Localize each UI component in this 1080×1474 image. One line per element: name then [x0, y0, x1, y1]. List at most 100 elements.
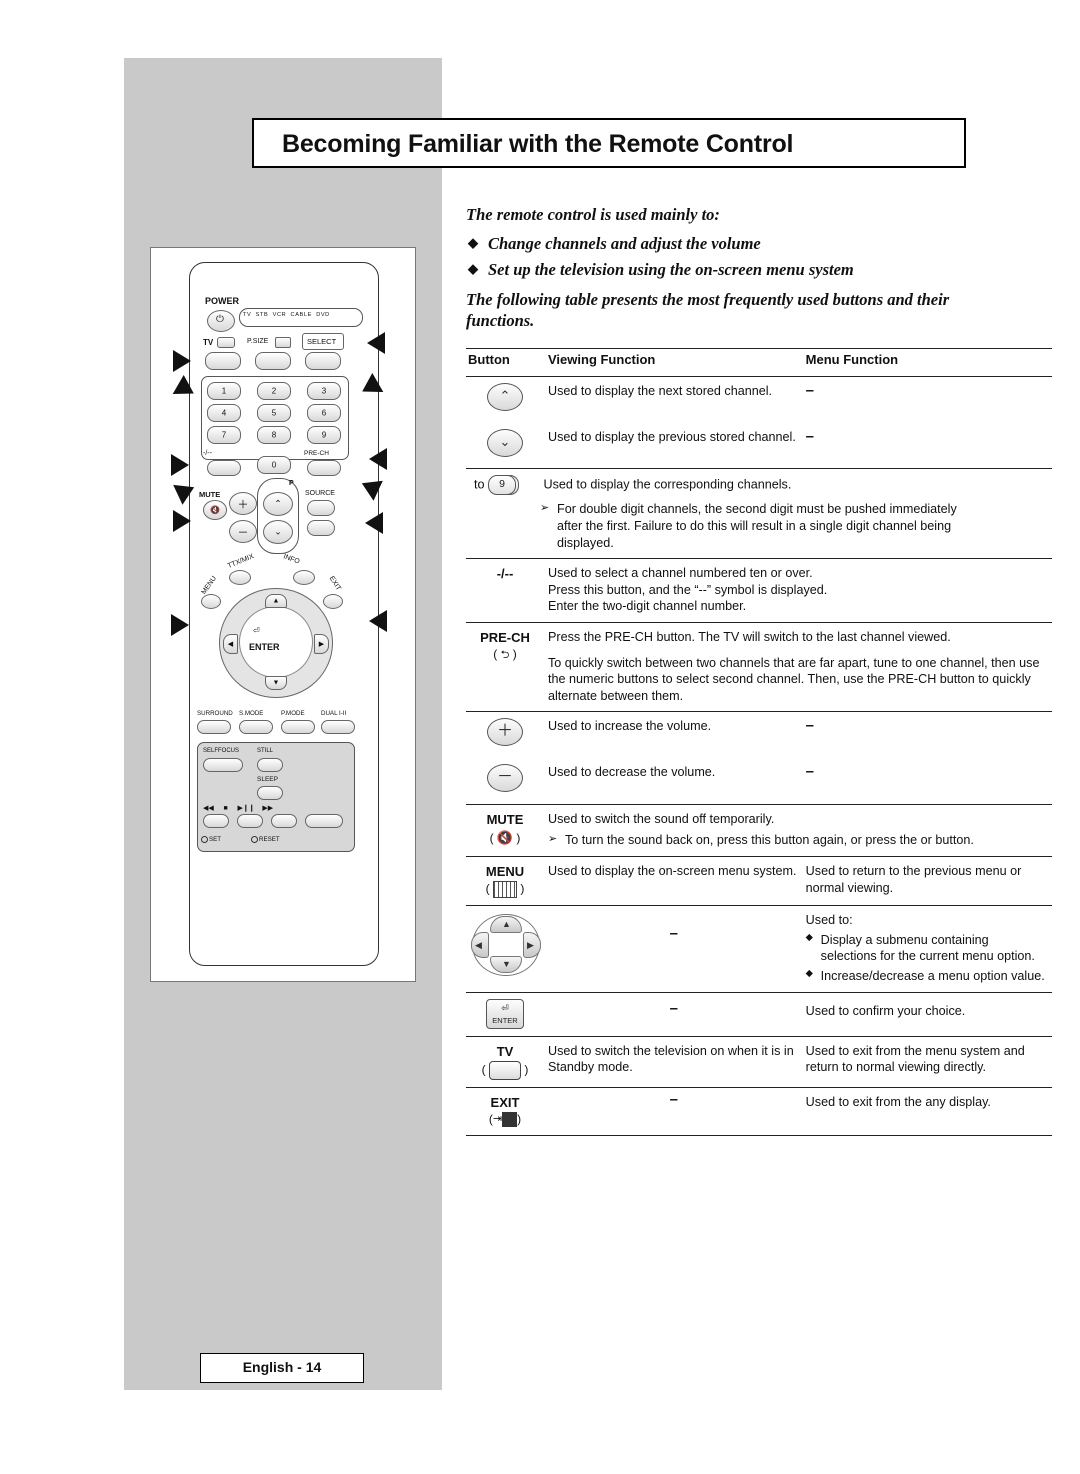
row-button-cell: EXIT (⇥) — [466, 1087, 546, 1135]
sleep-button[interactable] — [257, 786, 283, 800]
device-labels: TV STB VCR CABLE DVD — [243, 312, 330, 318]
key-2[interactable]: 2 — [257, 382, 291, 400]
play-pause-button[interactable] — [271, 814, 297, 828]
header-viewing: Viewing Function — [548, 352, 656, 367]
prech-button-symbol: ( ⮌ ) — [493, 647, 517, 662]
surround-button[interactable] — [197, 720, 231, 734]
aux-button-mid[interactable] — [255, 352, 291, 370]
arrow-bullet-icon: ➢ — [548, 833, 558, 846]
page-title: Becoming Familiar with the Remote Contro… — [282, 130, 794, 158]
callout-arrow-3 — [171, 454, 189, 476]
tv-button[interactable] — [217, 337, 235, 348]
row-viewing: Used to select a channel numbered ten or… — [546, 559, 1052, 623]
exit-button[interactable] — [323, 594, 343, 609]
exit-button-symbol: (⇥) — [488, 1111, 522, 1128]
nav-left-button[interactable]: ◀ — [223, 634, 238, 654]
mute-button-label: MUTE — [486, 811, 524, 827]
key-0[interactable]: 0 — [257, 456, 291, 474]
nav-down-button[interactable]: ▼ — [265, 676, 287, 690]
volume-up-button[interactable]: ＋ — [229, 492, 257, 515]
still-button[interactable] — [257, 758, 283, 772]
prech-button-label: PRE-CH — [480, 630, 530, 646]
key-9[interactable]: 9 — [307, 426, 341, 444]
row-viewing: Used to display the previous stored chan… — [548, 429, 796, 444]
row-button-cell: ▲ ▼ ◀ ▶ — [466, 906, 546, 992]
key-4[interactable]: 4 — [207, 404, 241, 422]
document-page: Becoming Familiar with the Remote Contro… — [0, 0, 1080, 1474]
dash-button[interactable] — [207, 460, 241, 476]
psize-button[interactable] — [275, 337, 291, 348]
smode-button[interactable] — [239, 720, 273, 734]
table-row: － Used to decrease the volume. – — [466, 758, 1052, 804]
row-viewing: Used to switch the sound off temporarily… — [546, 804, 1052, 856]
channel-down-button[interactable]: ⌄ — [263, 520, 293, 544]
row-button-cell: － — [466, 758, 546, 804]
row-viewing-line1: Press the PRE-CH button. The TV will swi… — [548, 630, 951, 645]
key-3[interactable]: 3 — [307, 382, 341, 400]
nav-up-button[interactable]: ▲ — [265, 594, 287, 608]
stop-button[interactable] — [237, 814, 263, 828]
prech-label: PRE-CH — [304, 450, 329, 457]
key-7[interactable]: 7 — [207, 426, 241, 444]
arrow-bullet-icon: ➢ — [540, 502, 550, 515]
reset-dot-icon — [251, 836, 258, 843]
row-viewing: – — [669, 925, 678, 943]
table-header-row: Button Viewing Function Menu Function — [466, 348, 1052, 377]
exit-icon: ⇥ — [492, 1113, 503, 1126]
row-button-cell: MENU ( ) — [466, 856, 546, 905]
psize-label: P.SIZE — [247, 338, 269, 345]
remote-control-figure: POWER ⏻ TV STB VCR CABLE DVD TV P.SIZE S… — [150, 247, 416, 982]
key-1[interactable]: 1 — [207, 382, 241, 400]
menu-button[interactable] — [201, 594, 221, 609]
intro-lead: The remote control is used mainly to: — [466, 205, 720, 224]
power-icon: ⏻ — [216, 314, 224, 325]
key-5[interactable]: 5 — [257, 404, 291, 422]
info-button[interactable] — [293, 570, 315, 585]
row-menu: Used to: ◆ Display a submenu containing … — [804, 906, 1052, 992]
header-menu: Menu Function — [805, 352, 899, 367]
nav-right-button[interactable]: ▶ — [314, 634, 329, 654]
key-6[interactable]: 6 — [307, 404, 341, 422]
aux-button-2[interactable] — [307, 520, 335, 536]
table-row: -/-- Used to select a channel numbered t… — [466, 558, 1052, 623]
forward-button[interactable] — [305, 814, 343, 828]
aux-button-left[interactable] — [205, 352, 241, 370]
footer-page-label: English - 14 — [242, 1359, 322, 1375]
callout-arrow-1 — [173, 350, 191, 372]
row-menu: – — [805, 763, 815, 781]
mute-icon: 🔇 — [496, 829, 514, 845]
intro-paragraph: The following table presents the most fr… — [466, 290, 950, 330]
table-bottom-rule — [466, 1135, 1052, 1136]
table-row: ⏎ ENTER – Used to confirm your choice. — [466, 992, 1052, 1036]
source-button[interactable] — [307, 500, 335, 516]
prech-button[interactable] — [307, 460, 341, 476]
intro-block: The remote control is used mainly to: ◆ … — [466, 205, 974, 331]
ttx-button[interactable] — [229, 570, 251, 585]
volume-down-button[interactable]: － — [229, 520, 257, 543]
table-row: EXIT (⇥) – Used to exit from the any dis… — [466, 1087, 1052, 1135]
mute-button[interactable]: 🔇 — [203, 500, 227, 520]
remote-power-label: POWER — [205, 296, 240, 306]
key-8[interactable]: 8 — [257, 426, 291, 444]
row-viewing-line3: Enter the two-digit channel number. — [548, 599, 747, 614]
selffocus-button[interactable] — [203, 758, 243, 772]
pmode-button[interactable] — [281, 720, 315, 734]
row-viewing: Press the PRE-CH button. The TV will swi… — [546, 623, 1052, 712]
row-viewing-line2: Press this button, and the “--” symbol i… — [548, 582, 828, 597]
row-viewing: Used to increase the volume. — [548, 719, 712, 734]
volume-up-icon: ＋ — [487, 718, 523, 747]
table-row: ⌃ Used to display the next stored channe… — [466, 376, 1052, 423]
callout-arrow-7 — [171, 614, 189, 636]
row-button-cell: ⌄ — [466, 423, 546, 469]
channel-up-button[interactable]: ⌃ — [263, 492, 293, 516]
row-menu-bullet-1: ◆ Display a submenu containing selection… — [805, 931, 1035, 964]
footer-box: English - 14 — [200, 1353, 364, 1383]
diamond-icon: ◆ — [468, 235, 478, 250]
p-label: P — [289, 480, 294, 487]
row-viewing-line2: To quickly switch between two channels t… — [548, 655, 1040, 703]
enter-icon: ⏎ — [253, 626, 260, 635]
dual-button[interactable] — [321, 720, 355, 734]
rewind-button[interactable] — [203, 814, 229, 828]
aux-button-right[interactable] — [305, 352, 341, 370]
row-menu: – — [805, 717, 815, 735]
